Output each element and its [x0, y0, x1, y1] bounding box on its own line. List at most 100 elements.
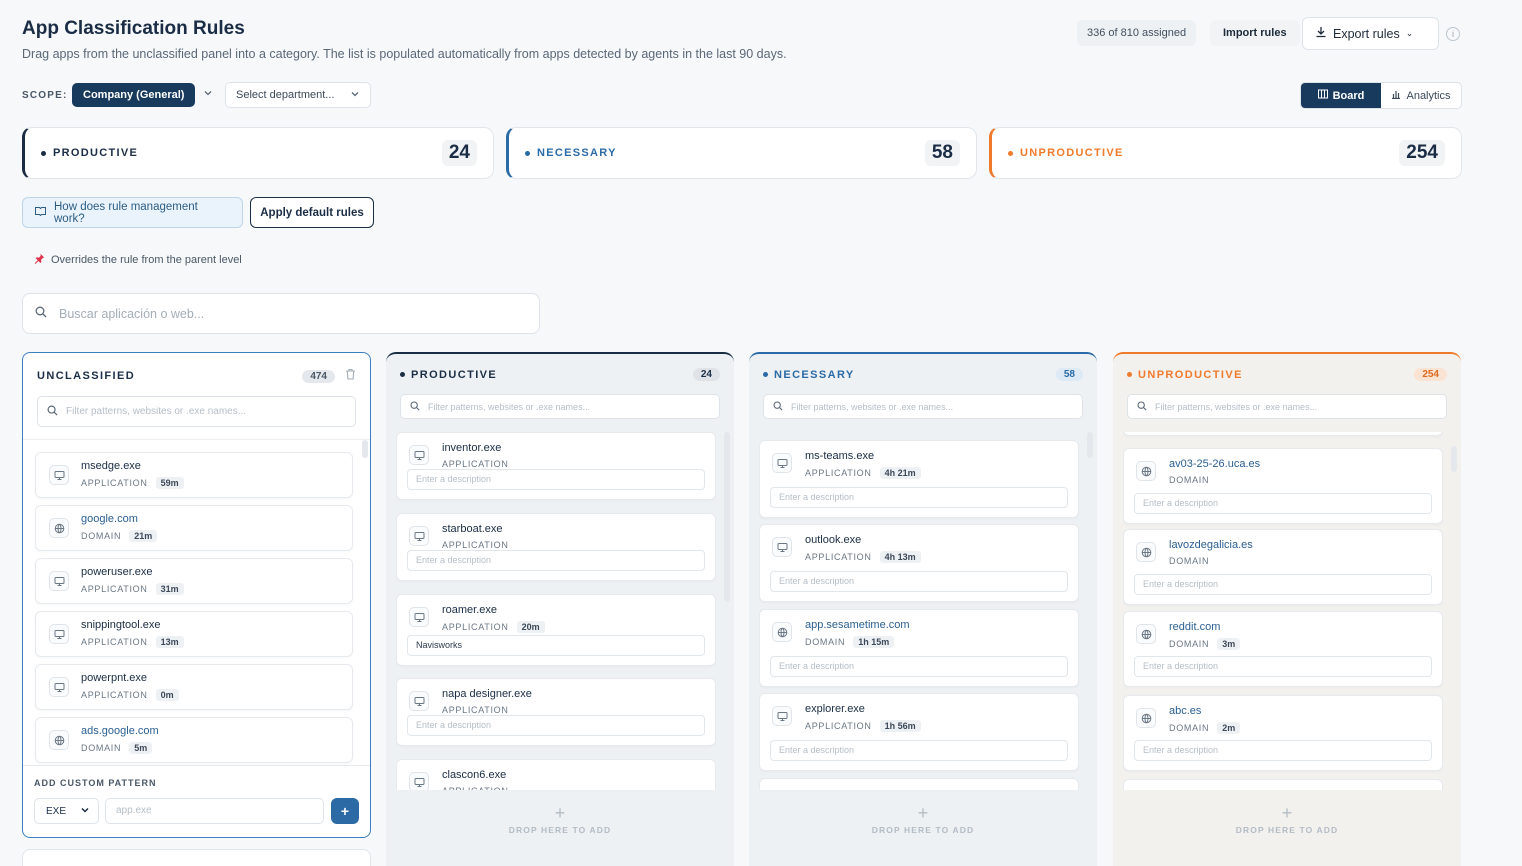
filter-placeholder: Filter patterns, websites or .exe names.… — [428, 401, 591, 412]
search-input[interactable]: Buscar aplicación o web... — [22, 293, 540, 334]
card-meta: DOMAIN 1h 15m — [805, 636, 895, 648]
unclassified-item[interactable]: powerpnt.exe APPLICATION 0m — [35, 664, 353, 710]
card-name: abc.es — [1169, 705, 1202, 717]
help-button[interactable]: How does rule management work? — [22, 197, 243, 228]
unclassified-item[interactable]: ads.google.com DOMAIN 5m — [35, 717, 353, 763]
description-input[interactable]: Enter a description — [1134, 574, 1432, 595]
drop-zone[interactable]: + DROP HERE TO ADD — [386, 804, 734, 835]
rule-card[interactable]: clascon6.exe APPLICATION — [396, 759, 716, 790]
description-input[interactable]: Enter a description — [770, 487, 1068, 508]
filter-placeholder: Filter patterns, websites or .exe names.… — [1155, 401, 1318, 412]
plus-icon: + — [917, 803, 929, 823]
globe-icon — [1136, 542, 1156, 562]
rule-card[interactable]: av03-25-26.uca.es DOMAIN Enter a descripti… — [1123, 448, 1443, 524]
description-input[interactable]: Enter a description — [770, 740, 1068, 761]
column-filter-input[interactable]: Filter patterns, websites or .exe names.… — [400, 394, 720, 419]
rule-card[interactable]: lavozdegalicia.es DOMAIN Enter a descripti… — [1123, 529, 1443, 605]
scrollbar[interactable] — [1087, 432, 1093, 458]
column-filter-input[interactable]: Filter patterns, websites or .exe names.… — [1127, 394, 1447, 419]
department-select[interactable]: Select department... — [225, 82, 371, 108]
column-card-list: ms-teams.exe APPLICATION 4h 21m Enter a des… — [759, 432, 1079, 790]
export-rules-button[interactable]: Export rules ⌄ — [1302, 17, 1439, 50]
scrollbar[interactable] — [724, 432, 730, 602]
unclassified-panel: UNCLASSIFIED 474 Filter patterns, websit… — [22, 352, 371, 838]
custom-pattern-form: ADD CUSTOM PATTERN EXE app.exe + — [23, 765, 370, 837]
unclassified-title: UNCLASSIFIED — [37, 370, 136, 382]
card-meta: DOMAIN 3m — [1169, 638, 1241, 650]
unclassified-count: 474 — [302, 369, 335, 383]
description-input[interactable]: Enter a description — [1134, 740, 1432, 761]
search-icon — [47, 405, 58, 419]
drop-zone[interactable]: + DROP HERE TO ADD — [749, 804, 1097, 835]
scrollbar[interactable] — [1451, 446, 1457, 472]
column-card-list: av03-25-26.uca.es DOMAIN Enter a descripti… — [1123, 432, 1443, 790]
analytics-view-button[interactable]: Analytics — [1381, 83, 1461, 108]
unclassified-item[interactable]: poweruser.exe APPLICATION 31m — [35, 558, 353, 604]
rule-card[interactable]: ms-teams.exe APPLICATION 4h 21m Enter a des… — [759, 440, 1079, 518]
rule-card[interactable]: abc.es DOMAIN 2m Enter a description — [1123, 695, 1443, 771]
description-input[interactable]: Enter a description — [1134, 493, 1432, 514]
rule-card[interactable]: reddit.com DOMAIN 3m Enter a description — [1123, 611, 1443, 687]
card-partial[interactable] — [1123, 432, 1443, 436]
card-duration: 4h 13m — [879, 551, 921, 563]
globe-icon — [49, 518, 69, 538]
chevron-down-icon[interactable] — [203, 88, 213, 101]
unclassified-item[interactable]: snippingtool.exe APPLICATION 13m — [35, 611, 353, 657]
scope-company-chip[interactable]: Company (General) — [72, 83, 196, 107]
rule-card[interactable]: roamer.exe APPLICATION 20m Navisworks — [396, 594, 716, 666]
item-duration: 0m — [155, 689, 179, 701]
hidden-panel-header[interactable] — [22, 849, 371, 866]
column-filter-input[interactable]: Filter patterns, websites or .exe names.… — [763, 394, 1083, 419]
globe-icon — [1136, 624, 1156, 644]
globe-icon — [1136, 461, 1156, 481]
item-type: APPLICATION — [81, 478, 148, 488]
column-count: 24 — [692, 368, 720, 381]
card-name: roamer.exe — [442, 604, 498, 616]
card-partial[interactable] — [759, 778, 1079, 790]
search-icon — [773, 400, 783, 413]
board-view-button[interactable]: Board — [1301, 83, 1381, 108]
pattern-input[interactable]: app.exe — [105, 798, 324, 824]
card-type: APPLICATION — [442, 705, 509, 715]
trash-icon[interactable] — [345, 367, 356, 385]
drop-label: DROP HERE TO ADD — [1235, 825, 1339, 835]
override-note: Overrides the rule from the parent level — [34, 253, 242, 267]
rule-card[interactable]: outlook.exe APPLICATION 4h 13m Enter a desc… — [759, 524, 1079, 602]
description-input[interactable]: Enter a description — [770, 656, 1068, 677]
card-name: napa designer.exe — [442, 688, 532, 700]
custom-pattern-label: ADD CUSTOM PATTERN — [34, 778, 157, 788]
import-rules-button[interactable]: Import rules — [1210, 20, 1300, 46]
description-input[interactable]: Enter a description — [407, 550, 705, 571]
rule-card[interactable]: inventor.exe APPLICATION Enter a descripti… — [396, 432, 716, 500]
card-partial[interactable] — [1123, 779, 1443, 790]
item-duration: 21m — [129, 530, 158, 542]
apply-default-rules-button[interactable]: Apply default rules — [250, 197, 374, 228]
item-duration: 5m — [129, 742, 153, 754]
unclassified-filter-input[interactable]: Filter patterns, websites or .exe names.… — [37, 396, 356, 427]
status-dot-icon — [400, 372, 405, 377]
stat-count: 254 — [1399, 140, 1445, 166]
description-input[interactable]: Enter a description — [1134, 656, 1432, 677]
rule-card[interactable]: explorer.exe APPLICATION 1h 56m Enter a des… — [759, 693, 1079, 771]
item-duration: 13m — [155, 636, 184, 648]
description-input[interactable]: Enter a description — [407, 715, 705, 736]
drop-zone[interactable]: + DROP HERE TO ADD — [1113, 804, 1461, 835]
description-input[interactable]: Enter a description — [407, 469, 705, 490]
board-icon — [1317, 89, 1328, 102]
description-input[interactable]: Navisworks — [407, 635, 705, 656]
rule-card[interactable]: starboat.exe APPLICATION Enter a descripti… — [396, 513, 716, 581]
scrollbar[interactable] — [362, 440, 368, 458]
unclassified-item[interactable]: msedge.exe APPLICATION 59m — [35, 452, 353, 498]
drop-label: DROP HERE TO ADD — [871, 825, 975, 835]
search-icon — [35, 306, 47, 321]
card-type: DOMAIN — [1169, 475, 1210, 485]
assigned-count: 336 of 810 assigned — [1077, 20, 1197, 46]
rule-card[interactable]: napa designer.exe APPLICATION Enter a desc… — [396, 678, 716, 746]
card-duration: 3m — [1217, 638, 1241, 650]
info-icon[interactable]: i — [1446, 27, 1460, 41]
unclassified-item[interactable]: google.com DOMAIN 21m — [35, 505, 353, 551]
add-pattern-button[interactable]: + — [331, 798, 359, 824]
rule-card[interactable]: app.sesametime.com DOMAIN 1h 15m Enter a de… — [759, 609, 1079, 687]
description-input[interactable]: Enter a description — [770, 571, 1068, 592]
pattern-type-select[interactable]: EXE — [34, 798, 99, 824]
